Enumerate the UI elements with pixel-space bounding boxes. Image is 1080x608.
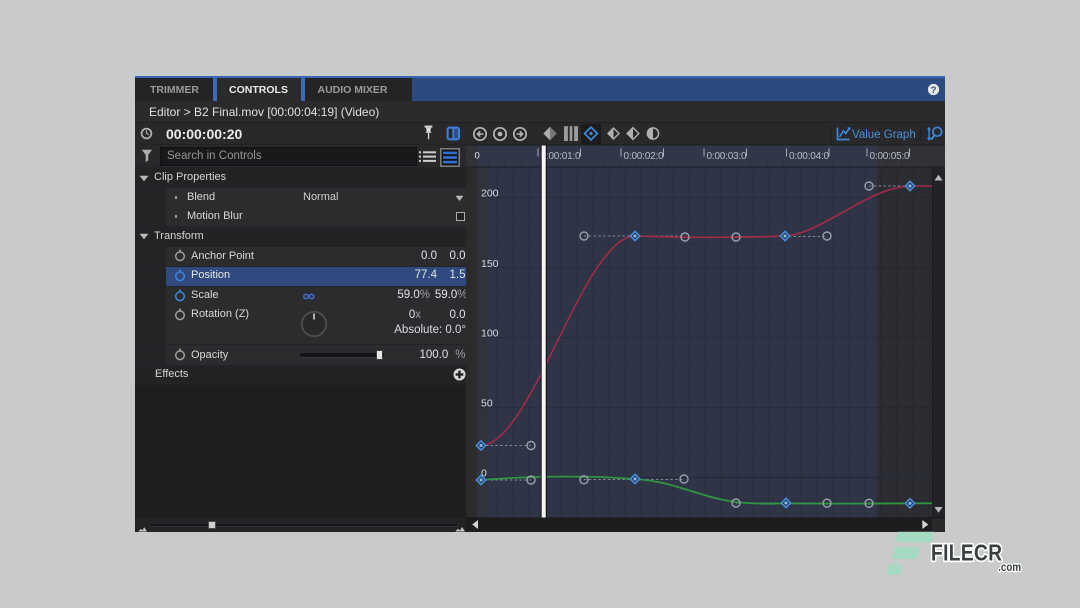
svg-text:FILECR: FILECR: [931, 541, 1002, 566]
svg-text:Value Graph: Value Graph: [852, 129, 916, 141]
svg-text:0:00:05:0: 0:00:05:0: [870, 151, 911, 162]
svg-text:0: 0: [475, 151, 480, 162]
svg-text:0:00:04:0: 0:00:04:0: [789, 151, 830, 162]
svg-text:.com: .com: [998, 561, 1021, 574]
svg-text:150: 150: [481, 258, 499, 270]
svg-text:?: ?: [931, 85, 937, 96]
svg-text:200: 200: [481, 188, 499, 200]
svg-text:100: 100: [481, 328, 499, 340]
svg-text:0:00:02:0: 0:00:02:0: [624, 151, 665, 162]
svg-text:0:00:03:0: 0:00:03:0: [707, 151, 748, 162]
svg-text:50: 50: [481, 398, 493, 410]
